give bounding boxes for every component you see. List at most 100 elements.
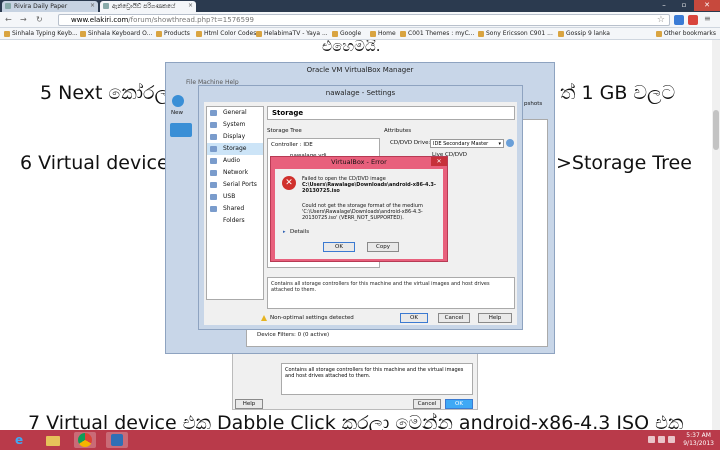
window-close-button[interactable]: ✕ bbox=[694, 0, 720, 11]
reload-icon[interactable]: ↻ bbox=[36, 15, 43, 24]
other-bookmarks[interactable]: Other bookmarks bbox=[655, 30, 716, 37]
bookmark-item[interactable]: Products bbox=[156, 30, 190, 37]
category-label: Storage bbox=[223, 145, 247, 152]
category-label: Serial Ports bbox=[223, 181, 257, 188]
close-icon[interactable]: × bbox=[90, 2, 95, 9]
url-domain: www.elakiri.com bbox=[71, 16, 129, 24]
minimize-button[interactable]: – bbox=[654, 0, 674, 11]
bookmark-item[interactable]: Sinhala Keyboard O... bbox=[80, 30, 152, 37]
system-icon bbox=[210, 122, 217, 128]
cd-drive-label: CD/DVD Drive: bbox=[390, 140, 431, 146]
category-usb[interactable]: USB bbox=[207, 191, 263, 203]
new-vm-icon[interactable] bbox=[172, 95, 184, 107]
extension-icon[interactable] bbox=[688, 15, 698, 25]
category-label: System bbox=[223, 121, 246, 128]
bookmark-item[interactable]: C001 Themes : myC... bbox=[400, 30, 475, 37]
cancel-button: Cancel bbox=[413, 399, 441, 409]
cd-drive-select[interactable]: IDE Secondary Master ▾ bbox=[430, 139, 504, 148]
category-system[interactable]: System bbox=[207, 119, 263, 131]
dialog-title: VirtualBox - Error bbox=[331, 158, 387, 166]
category-audio[interactable]: Audio bbox=[207, 155, 263, 167]
internet-explorer-icon[interactable]: e bbox=[10, 432, 32, 448]
close-icon[interactable]: × bbox=[188, 2, 193, 9]
storage-icon bbox=[210, 146, 217, 152]
category-label: Network bbox=[223, 169, 249, 176]
vm-entry-icon[interactable] bbox=[170, 123, 192, 137]
dialog-title: nawalage - Settings bbox=[325, 89, 396, 97]
window-title: Oracle VM VirtualBox Manager bbox=[306, 66, 414, 74]
cancel-button[interactable]: Cancel bbox=[438, 313, 470, 323]
details-toggle[interactable]: Details bbox=[290, 229, 309, 235]
category-label: Display bbox=[223, 133, 246, 140]
help-button[interactable]: Help bbox=[478, 313, 512, 323]
category-shared-folders[interactable]: Shared Folders bbox=[207, 203, 263, 224]
error-message: Failed to open the CD/DVD image C:\Users… bbox=[302, 176, 440, 194]
star-icon[interactable]: ☆ bbox=[657, 15, 665, 25]
file-explorer-icon[interactable] bbox=[42, 432, 64, 448]
cd-drive-value: IDE Secondary Master bbox=[433, 141, 489, 147]
error-body: ✕ Failed to open the CD/DVD image C:\Use… bbox=[275, 169, 443, 259]
page-text-line: 6 Virtual device bbox=[20, 152, 169, 174]
bookmark-item[interactable]: Google bbox=[332, 30, 361, 37]
section-title: Storage bbox=[267, 106, 515, 120]
network-icon[interactable] bbox=[658, 436, 665, 443]
extension-icon[interactable] bbox=[674, 15, 684, 25]
controller-ide[interactable]: Controller : IDE bbox=[271, 142, 313, 148]
usb-icon bbox=[210, 194, 217, 200]
close-icon[interactable]: ✕ bbox=[431, 157, 447, 166]
address-bar[interactable]: www.elakiri.com/forum/showthread.php?t=1… bbox=[58, 14, 670, 26]
new-button[interactable]: New bbox=[171, 110, 183, 116]
audio-icon bbox=[210, 158, 217, 164]
tab-elakiri[interactable]: ඇන්ඩ්‍රොයිඩ් පරිගණකයේ × bbox=[100, 1, 196, 12]
bookmark-item[interactable]: Sinhala Typing Keyb... bbox=[4, 30, 78, 37]
clock[interactable]: 5:37 AM 9/13/2013 bbox=[683, 432, 714, 448]
display-icon bbox=[210, 134, 217, 140]
category-display[interactable]: Display bbox=[207, 131, 263, 143]
bookmarks-bar: Sinhala Typing Keyb... Sinhala Keyboard … bbox=[0, 28, 720, 40]
attributes-label: Attributes bbox=[384, 128, 412, 134]
page-scrollbar[interactable] bbox=[712, 40, 720, 430]
tab-label: ඇන්ඩ්‍රොයිඩ් පරිගණකයේ bbox=[112, 3, 176, 10]
error-icon: ✕ bbox=[282, 176, 296, 190]
copy-button[interactable]: Copy bbox=[367, 242, 399, 252]
ok-button[interactable]: OK bbox=[323, 242, 355, 252]
menu-icon[interactable]: ≡ bbox=[704, 14, 711, 23]
category-label: Audio bbox=[223, 157, 241, 164]
maximize-button[interactable]: ▫ bbox=[674, 0, 694, 11]
tab-rivira[interactable]: Rivira Daily Paper × bbox=[2, 1, 98, 12]
tray-icon[interactable] bbox=[648, 436, 655, 443]
volume-icon[interactable] bbox=[668, 436, 675, 443]
disc-icon[interactable] bbox=[506, 139, 514, 147]
forward-icon[interactable]: → bbox=[20, 15, 27, 24]
error-detail: Could not get the storage format of the … bbox=[302, 203, 423, 221]
info-text: Contains all storage controllers for thi… bbox=[267, 277, 515, 309]
category-storage[interactable]: Storage bbox=[207, 143, 263, 155]
scrollbar-thumb[interactable] bbox=[713, 110, 719, 150]
snapshots-tab[interactable]: pshots bbox=[524, 101, 542, 107]
bookmark-item[interactable]: Home bbox=[370, 30, 396, 37]
url-path: /forum/showthread.php?t=1576599 bbox=[128, 16, 254, 24]
bookmark-item[interactable]: HelabimaTV - Yaya ... bbox=[256, 30, 328, 37]
bookmark-item[interactable]: Sony Ericsson C901 ... bbox=[478, 30, 553, 37]
expand-icon[interactable]: ▸ bbox=[283, 229, 286, 235]
category-general[interactable]: General bbox=[207, 107, 263, 119]
info-text: Contains all storage controllers for thi… bbox=[281, 363, 473, 395]
folder-icon bbox=[210, 206, 217, 212]
error-dialog[interactable]: VirtualBox - Error ✕ ✕ Failed to open th… bbox=[270, 156, 448, 262]
category-network[interactable]: Network bbox=[207, 167, 263, 179]
ok-button[interactable]: OK bbox=[400, 313, 428, 323]
embedded-screenshot: Contains all storage controllers for thi… bbox=[232, 350, 478, 410]
windows-taskbar: e 5:37 AM 9/13/2013 bbox=[0, 430, 720, 450]
page-text-line: 5 Next කෝරල bbox=[40, 82, 170, 104]
page-text-line: >Storage Tree bbox=[556, 152, 692, 174]
bookmark-item[interactable]: Html Color Codes bbox=[196, 30, 256, 37]
serial-port-icon bbox=[210, 182, 217, 188]
bookmark-item[interactable]: Gossip 9 lanka bbox=[558, 30, 610, 37]
chrome-icon[interactable] bbox=[74, 432, 96, 448]
category-label: Shared Folders bbox=[223, 205, 245, 224]
tab-label: Rivira Daily Paper bbox=[14, 3, 68, 10]
warning-text[interactable]: Non-optimal settings detected bbox=[270, 315, 354, 321]
back-icon[interactable]: ← bbox=[5, 15, 12, 24]
virtualbox-icon[interactable] bbox=[106, 432, 128, 448]
category-serial-ports[interactable]: Serial Ports bbox=[207, 179, 263, 191]
